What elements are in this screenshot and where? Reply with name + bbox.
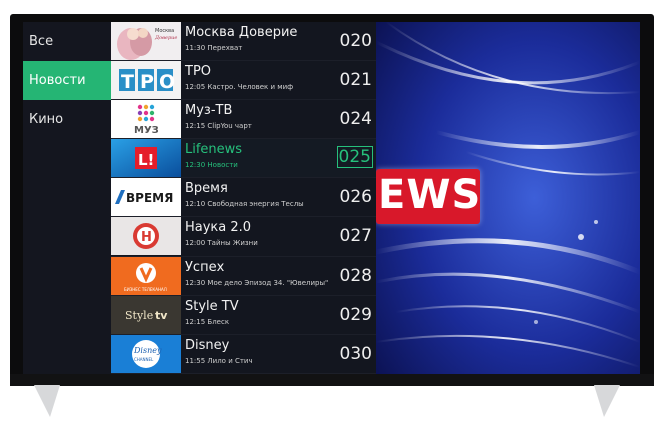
channel-logo: БИЗНЕС ТЕЛЕКАНАЛ [111, 256, 181, 295]
channel-logo: Style tv [111, 295, 181, 334]
channel-number: 025 [336, 146, 373, 169]
channel-number: 028 [339, 265, 372, 286]
category-movies[interactable]: Кино [23, 100, 111, 139]
channel-list: Москва Доверие Москва Доверие 11:30 Пере… [111, 22, 376, 374]
channel-name: Disney [185, 337, 230, 353]
channel-row[interactable]: Т Р О ТРО 12:05 Кастро. Человек и миф 02… [111, 61, 376, 101]
channel-program: 12:30 Новости [185, 161, 238, 170]
channel-number: 024 [339, 109, 372, 130]
channel-preview[interactable]: EWS [376, 22, 640, 374]
tv-screen: Все Новости Кино Москва Доверие Москва Д… [23, 22, 640, 374]
svg-text:Disney: Disney [133, 346, 162, 355]
channel-program: 11:55 Лило и Стич [185, 356, 253, 365]
tv-leg-left [34, 385, 60, 417]
channel-name: Успех [185, 259, 225, 275]
channel-row-selected[interactable]: L! Lifenews 12:30 Новости 025 [111, 139, 376, 179]
channel-name: Style TV [185, 298, 239, 314]
category-menu: Все Новости Кино [23, 22, 111, 374]
svg-text:ВРЕМЯ: ВРЕМЯ [126, 191, 173, 205]
channel-number: 030 [339, 343, 372, 364]
channel-program: 12:15 Блеск [185, 317, 230, 326]
channel-name: Муз-ТВ [185, 103, 233, 119]
tv-bezel-bottom [10, 374, 654, 386]
channel-logo: Москва Доверие [111, 22, 181, 60]
channel-name: Москва Доверие [185, 25, 298, 40]
channel-row[interactable]: Москва Доверие Москва Доверие 11:30 Пере… [111, 22, 376, 62]
channel-program: 12:15 ClipYou чарт [185, 122, 252, 131]
channel-number: 026 [339, 187, 372, 208]
channel-program: 12:00 Тайны Жизни [185, 239, 258, 248]
channel-name: Время [185, 181, 228, 197]
channel-logo: Disney CHANNEL [111, 334, 181, 373]
channel-row[interactable]: МУЗ Муз-ТВ 12:15 ClipYou чарт 024 [111, 100, 376, 140]
category-news[interactable]: Новости [23, 61, 111, 100]
svg-text:О: О [159, 71, 175, 93]
channel-program: 11:30 Перехват [185, 44, 243, 52]
channel-logo: Т Р О [111, 61, 181, 100]
category-all[interactable]: Все [23, 22, 111, 61]
svg-text:БИЗНЕС ТЕЛЕКАНАЛ: БИЗНЕС ТЕЛЕКАНАЛ [124, 287, 167, 292]
svg-text:Н: Н [141, 230, 152, 245]
channel-row[interactable]: БИЗНЕС ТЕЛЕКАНАЛ Успех 12:30 Мое дело Эп… [111, 256, 376, 296]
channel-row[interactable]: Disney CHANNEL Disney 11:55 Лило и Стич … [111, 334, 376, 374]
channel-logo: МУЗ [111, 100, 181, 139]
news-banner-text: EWS [378, 172, 482, 218]
channel-logo: ВРЕМЯ [111, 178, 181, 217]
tv-leg-right [594, 385, 620, 417]
svg-text:Style: Style [125, 309, 153, 322]
channel-program: 12:30 Мое дело Эпизод 34. "Ювелиры" [185, 278, 329, 287]
channel-number: 021 [339, 70, 372, 91]
channel-number: 020 [339, 31, 372, 51]
svg-text:МУЗ: МУЗ [134, 125, 159, 136]
channel-number: 027 [339, 226, 372, 247]
channel-number: 029 [339, 304, 372, 325]
channel-program: 12:05 Кастро. Человек и миф [185, 83, 294, 92]
svg-text:Т: Т [121, 71, 134, 93]
news-banner: EWS [376, 169, 480, 224]
channel-logo: L! [111, 139, 181, 178]
svg-text:CHANNEL: CHANNEL [134, 357, 154, 362]
channel-row[interactable]: Style tv Style TV 12:15 Блеск 029 [111, 295, 376, 335]
channel-name: ТРО [185, 64, 212, 80]
channel-row[interactable]: ВРЕМЯ Время 12:10 Свободная энергия Тесл… [111, 178, 376, 218]
channel-name: Наука 2.0 [185, 220, 252, 236]
svg-text:Москва: Москва [155, 28, 174, 34]
channel-program: 12:10 Свободная энергия Теслы [185, 200, 304, 209]
svg-text:Р: Р [140, 71, 154, 93]
channel-name: Lifenews [185, 142, 243, 158]
channel-logo: Н [111, 217, 181, 256]
svg-text:tv: tv [155, 309, 168, 322]
channel-row[interactable]: Н Наука 2.0 12:00 Тайны Жизни 027 [111, 217, 376, 257]
svg-text:Доверие: Доверие [154, 35, 177, 41]
svg-text:L!: L! [138, 151, 154, 169]
